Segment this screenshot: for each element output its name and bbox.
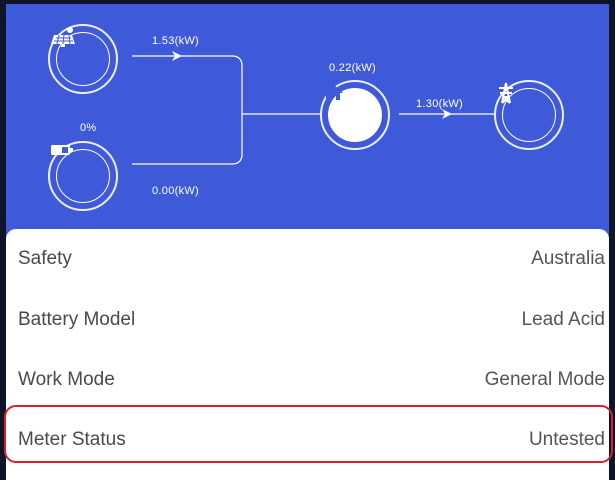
solar-node[interactable] <box>48 24 118 94</box>
grid-node[interactable] <box>494 80 564 150</box>
battery-icon <box>51 145 110 203</box>
house-icon <box>323 84 382 142</box>
solar-panel-icon <box>51 27 110 86</box>
flow-line-left <box>132 55 243 165</box>
detail-label: Battery Model <box>18 309 136 330</box>
detail-row-safety[interactable]: Safety Australia <box>6 229 609 289</box>
detail-label: Meter Status <box>18 429 126 450</box>
detail-row-battery-model[interactable]: Battery Model Lead Acid <box>6 290 609 350</box>
battery-soc-label: 0% <box>80 122 97 134</box>
battery-node[interactable] <box>48 141 118 211</box>
power-tower-icon <box>499 82 556 142</box>
battery-power-label: 0.00(kW) <box>152 185 200 197</box>
energy-flow-diagram: 1.53(kW) 0% 0.00(kW) 0.22(kW) 1.30(kW) <box>6 4 609 232</box>
details-panel: Safety Australia Battery Model Lead Acid… <box>6 229 609 480</box>
detail-value: Untested <box>528 429 605 450</box>
detail-value: Australia <box>531 248 605 269</box>
home-power-label: 0.22(kW) <box>329 62 377 74</box>
detail-label: Safety <box>18 248 72 269</box>
detail-row-meter-status[interactable]: Meter Status Untested <box>6 410 609 470</box>
grid-power-label: 1.30(kW) <box>416 98 464 110</box>
detail-value: General Mode <box>484 369 605 390</box>
detail-value: Lead Acid <box>521 309 605 330</box>
solar-power-label: 1.53(kW) <box>152 35 200 47</box>
home-node[interactable] <box>320 80 390 150</box>
detail-row-work-mode[interactable]: Work Mode General Mode <box>6 350 609 410</box>
detail-label: Work Mode <box>18 369 115 390</box>
